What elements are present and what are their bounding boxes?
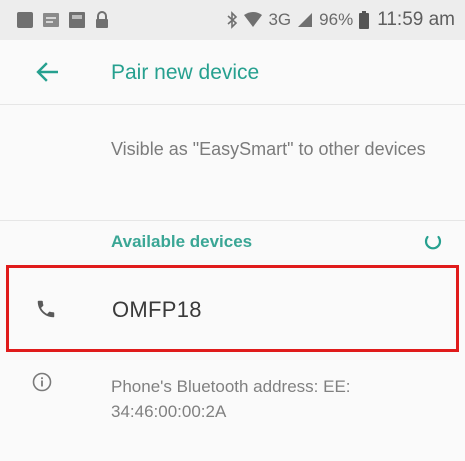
app-bar: Pair new device bbox=[0, 40, 465, 105]
notification-message-icon bbox=[42, 11, 60, 29]
notification-icons bbox=[16, 10, 110, 30]
refresh-spinner-icon bbox=[424, 235, 442, 250]
page-title: Pair new device bbox=[111, 61, 260, 84]
arrow-back-icon bbox=[36, 62, 58, 82]
notification-lock-icon bbox=[94, 11, 110, 29]
bluetooth-icon bbox=[226, 11, 238, 29]
device-item-omfp18[interactable]: OMFP18 bbox=[6, 265, 459, 352]
available-devices-title: Available devices bbox=[111, 232, 253, 251]
notification-image-icon bbox=[68, 11, 86, 29]
clock: 11:59 am bbox=[377, 9, 455, 30]
system-indicators: 3G 96% 11:59 am bbox=[226, 8, 455, 32]
bluetooth-address-text: Phone's Bluetooth address: EE: 34:46:00:… bbox=[111, 374, 441, 424]
notification-square-icon bbox=[16, 11, 34, 29]
wifi-icon bbox=[244, 12, 263, 28]
bluetooth-address-value: Phone's Bluetooth address: EE: 34:46:00:… bbox=[111, 377, 351, 421]
back-button[interactable] bbox=[34, 60, 60, 84]
cell-signal-icon bbox=[297, 12, 313, 28]
info-icon bbox=[32, 372, 52, 392]
network-type: 3G bbox=[268, 10, 292, 29]
visible-as-text: Visible as "EasySmart" to other devices bbox=[111, 139, 426, 159]
status-bar: 3G 96% 11:59 am bbox=[0, 0, 465, 40]
phone-icon bbox=[37, 300, 55, 318]
screen: 3G 96% 11:59 am Pair new device Visible … bbox=[0, 0, 465, 461]
device-name: OMFP18 bbox=[112, 297, 202, 322]
battery-icon bbox=[359, 11, 370, 29]
battery-percent: 96% bbox=[319, 10, 354, 29]
available-devices-header: Available devices bbox=[0, 220, 465, 261]
